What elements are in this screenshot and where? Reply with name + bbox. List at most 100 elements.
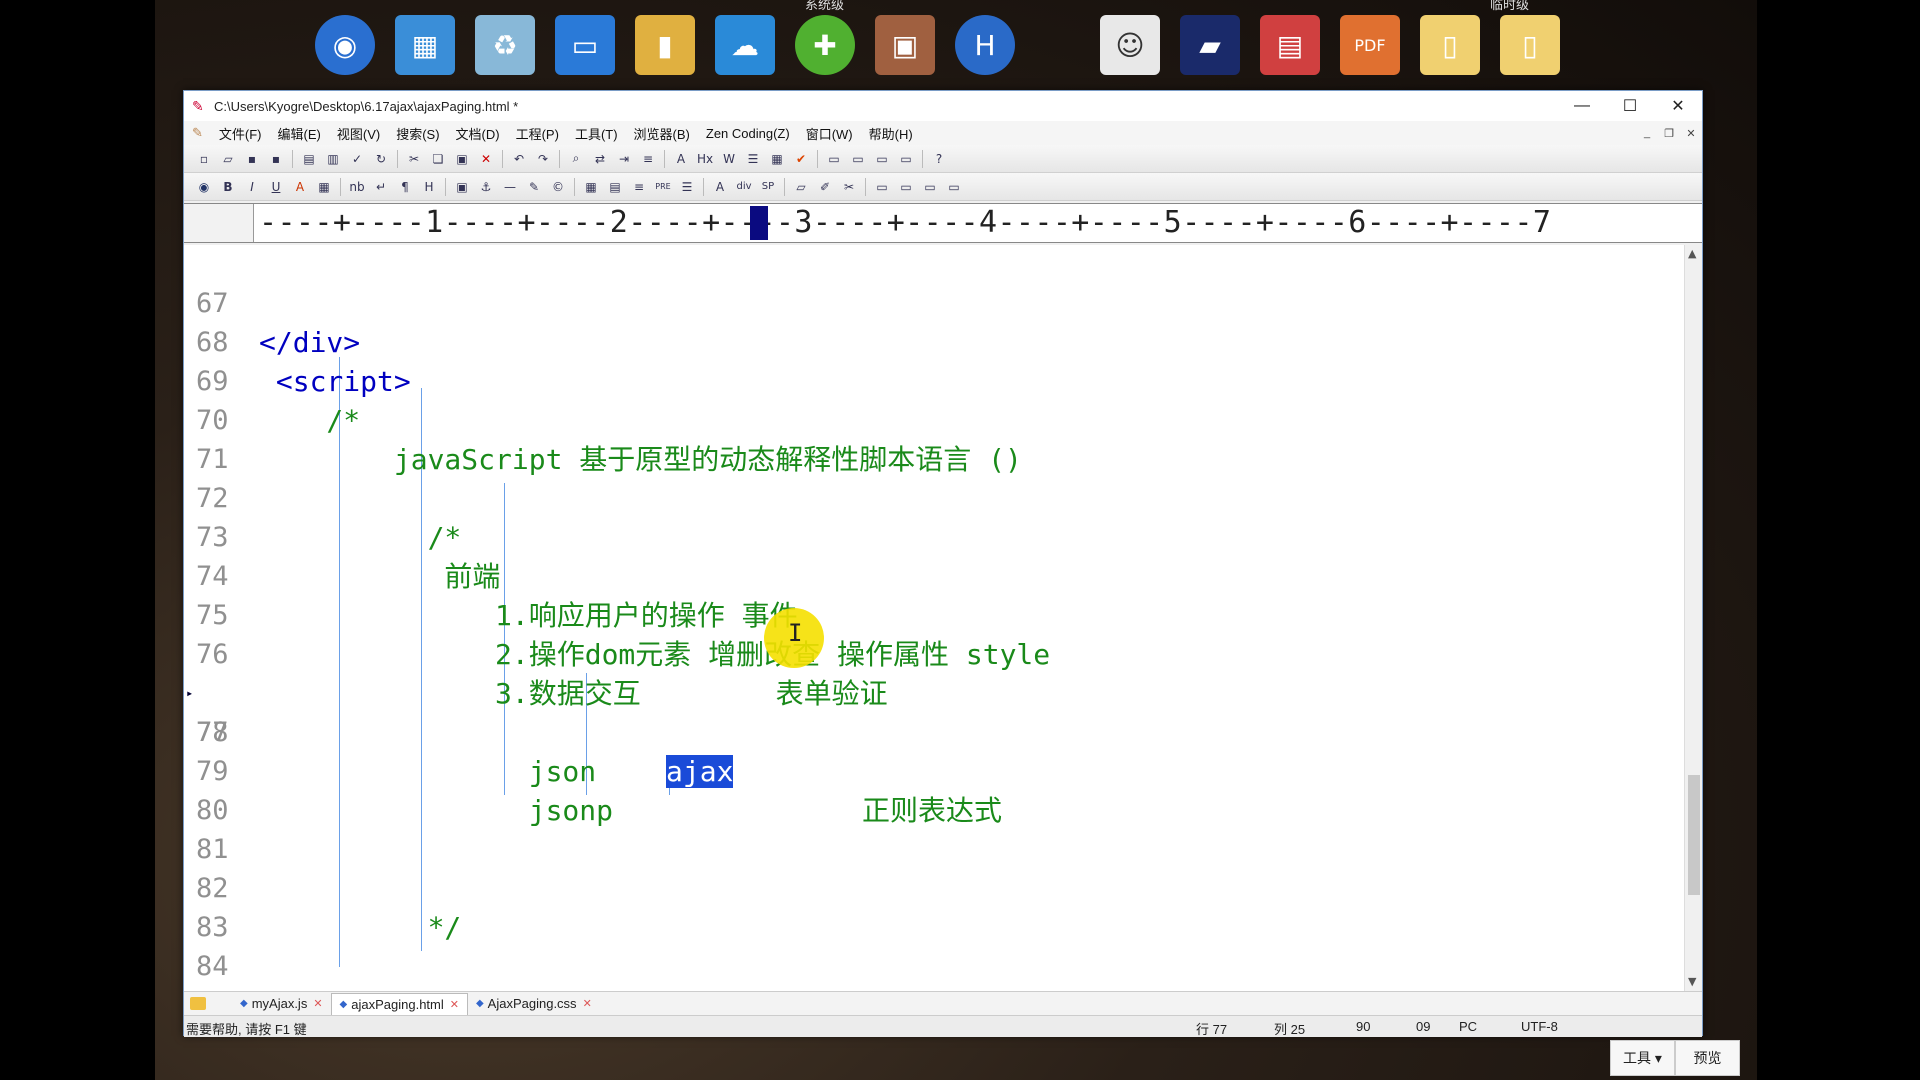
goto-icon[interactable]: ⇥ xyxy=(613,148,635,170)
color-grid-icon[interactable]: ▦ xyxy=(313,176,335,198)
bold-icon[interactable]: B xyxy=(217,176,239,198)
text-style-icon[interactable]: A xyxy=(709,176,731,198)
comment-icon[interactable]: © xyxy=(547,176,569,198)
hex-icon[interactable]: Hx xyxy=(694,148,716,170)
div-icon[interactable]: div xyxy=(733,176,755,198)
layout-icon-4[interactable]: ▭ xyxy=(943,176,965,198)
window-sync-icon[interactable]: ▭ xyxy=(895,148,917,170)
menu-help[interactable]: 帮助(H) xyxy=(861,124,921,143)
list-icon[interactable]: ☰ xyxy=(742,148,764,170)
layout-icon[interactable]: ▭ xyxy=(871,176,893,198)
game-car-icon[interactable]: ▰ xyxy=(1180,15,1240,75)
scroll-down-icon[interactable]: ▼ xyxy=(1688,975,1696,988)
cloud-app-icon[interactable]: ☁ xyxy=(715,15,775,75)
photo-app-icon[interactable]: ▣ xyxy=(875,15,935,75)
tools-icon[interactable]: ✂ xyxy=(838,176,860,198)
mdi-minimize-icon[interactable]: _ xyxy=(1636,127,1658,139)
paragraph-icon[interactable]: ¶ xyxy=(394,176,416,198)
menu-browser[interactable]: 浏览器(B) xyxy=(626,124,698,143)
window-cascade-icon[interactable]: ▭ xyxy=(847,148,869,170)
layout-icon-2[interactable]: ▭ xyxy=(895,176,917,198)
center-icon[interactable]: ≡ xyxy=(628,176,650,198)
print-preview-icon[interactable]: ▤ xyxy=(298,148,320,170)
recycle-bin-icon[interactable]: ♻ xyxy=(475,15,535,75)
print-icon[interactable]: ▥ xyxy=(322,148,344,170)
browser-globe-icon[interactable]: ◉ xyxy=(193,176,215,198)
tab-ajaxpaging-html[interactable]: ◆ ajaxPaging.html ✕ xyxy=(330,992,468,1015)
refresh-icon[interactable]: ↻ xyxy=(370,148,392,170)
folder-icon[interactable]: ▯ xyxy=(1420,15,1480,75)
window-tile-icon[interactable]: ▭ xyxy=(823,148,845,170)
scrollbar-thumb[interactable] xyxy=(1688,775,1700,895)
heading-icon[interactable]: H xyxy=(418,176,440,198)
save-all-icon[interactable]: ▪ xyxy=(265,148,287,170)
menu-window[interactable]: 窗口(W) xyxy=(798,124,861,143)
tab-close-icon[interactable]: ✕ xyxy=(313,997,322,1010)
window-split-icon[interactable]: ▭ xyxy=(871,148,893,170)
cut-icon[interactable]: ✂ xyxy=(403,148,425,170)
pdf-file-icon[interactable]: PDF xyxy=(1340,15,1400,75)
menu-tools[interactable]: 工具(T) xyxy=(567,124,626,143)
replace-icon[interactable]: ⇄ xyxy=(589,148,611,170)
mdi-restore-icon[interactable]: ❐ xyxy=(1658,127,1680,140)
font-color-icon[interactable]: A xyxy=(289,176,311,198)
vertical-scrollbar[interactable]: ▲ ▼ xyxy=(1684,245,1702,991)
brush-icon[interactable]: ✐ xyxy=(814,176,836,198)
image-icon[interactable]: ▣ xyxy=(451,176,473,198)
underline-icon[interactable]: U xyxy=(265,176,287,198)
font-icon[interactable]: A xyxy=(670,148,692,170)
network-globe-icon[interactable]: ◉ xyxy=(315,15,375,75)
computer-icon[interactable]: ▭ xyxy=(555,15,615,75)
find-icon[interactable]: ⌕ xyxy=(565,148,587,170)
photo-person-icon[interactable]: ☺ xyxy=(1100,15,1160,75)
edit-icon[interactable]: ✎ xyxy=(523,176,545,198)
paste-icon[interactable]: ▣ xyxy=(451,148,473,170)
delete-icon[interactable]: ✕ xyxy=(475,148,497,170)
control-panel-icon[interactable]: ▦ xyxy=(395,15,455,75)
code-editor[interactable]: 67 </div> 68 <script> 69 /* 70 javaScrip… xyxy=(184,245,1684,991)
folder-icon-2[interactable]: ▯ xyxy=(1500,15,1560,75)
form-icon[interactable]: ▤ xyxy=(604,176,626,198)
word-wrap-icon[interactable]: W xyxy=(718,148,740,170)
maximize-button[interactable]: ☐ xyxy=(1606,91,1654,121)
menu-project[interactable]: 工程(P) xyxy=(508,124,567,143)
h-app-icon[interactable]: H xyxy=(955,15,1015,75)
tab-close-icon[interactable]: ✕ xyxy=(450,998,459,1011)
save-icon[interactable]: ▪ xyxy=(241,148,263,170)
column-icon[interactable]: ▦ xyxy=(766,148,788,170)
plus-app-icon[interactable]: ✚ xyxy=(795,15,855,75)
pre-icon[interactable]: PRE xyxy=(652,176,674,198)
user-folder-icon[interactable]: ▮ xyxy=(635,15,695,75)
folder-icon[interactable] xyxy=(190,997,206,1010)
redo-icon[interactable]: ↷ xyxy=(532,148,554,170)
menu-view[interactable]: 视图(V) xyxy=(329,124,388,143)
spell-check-icon[interactable]: ✓ xyxy=(346,148,368,170)
scroll-up-icon[interactable]: ▲ xyxy=(1688,247,1696,260)
preview-button[interactable]: 预览 xyxy=(1675,1040,1740,1076)
copy-icon[interactable]: ❏ xyxy=(427,148,449,170)
line-break-icon[interactable]: ↵ xyxy=(370,176,392,198)
horizontal-rule-icon[interactable]: — xyxy=(499,176,521,198)
menu-document[interactable]: 文档(D) xyxy=(448,124,508,143)
minimize-button[interactable]: — xyxy=(1558,91,1606,121)
tab-close-icon[interactable]: ✕ xyxy=(583,997,592,1010)
spreadsheet-icon[interactable]: ▤ xyxy=(1260,15,1320,75)
open-file-icon[interactable]: ▱ xyxy=(217,148,239,170)
span-icon[interactable]: SP xyxy=(757,176,779,198)
menu-zen-coding[interactable]: Zen Coding(Z) xyxy=(698,126,798,141)
tools-dropdown-button[interactable]: 工具 ▾ xyxy=(1610,1040,1675,1076)
help-pointer-icon[interactable]: ? xyxy=(928,148,950,170)
new-file-icon[interactable]: ▫ xyxy=(193,148,215,170)
nbsp-icon[interactable]: nb xyxy=(346,176,368,198)
close-button[interactable]: ✕ xyxy=(1654,91,1702,121)
menu-edit[interactable]: 编辑(E) xyxy=(270,124,329,143)
menu-search[interactable]: 搜索(S) xyxy=(388,124,447,143)
menu-file[interactable]: 文件(F) xyxy=(211,124,270,143)
tab-myajax-js[interactable]: ◆ myAjax.js ✕ xyxy=(232,993,331,1015)
indent-icon[interactable]: ≡ xyxy=(637,148,659,170)
tab-ajaxpaging-css[interactable]: ◆ AjaxPaging.css ✕ xyxy=(468,993,600,1015)
bullet-list-icon[interactable]: ☰ xyxy=(676,176,698,198)
undo-icon[interactable]: ↶ xyxy=(508,148,530,170)
italic-icon[interactable]: I xyxy=(241,176,263,198)
anchor-icon[interactable]: ⚓ xyxy=(475,176,497,198)
